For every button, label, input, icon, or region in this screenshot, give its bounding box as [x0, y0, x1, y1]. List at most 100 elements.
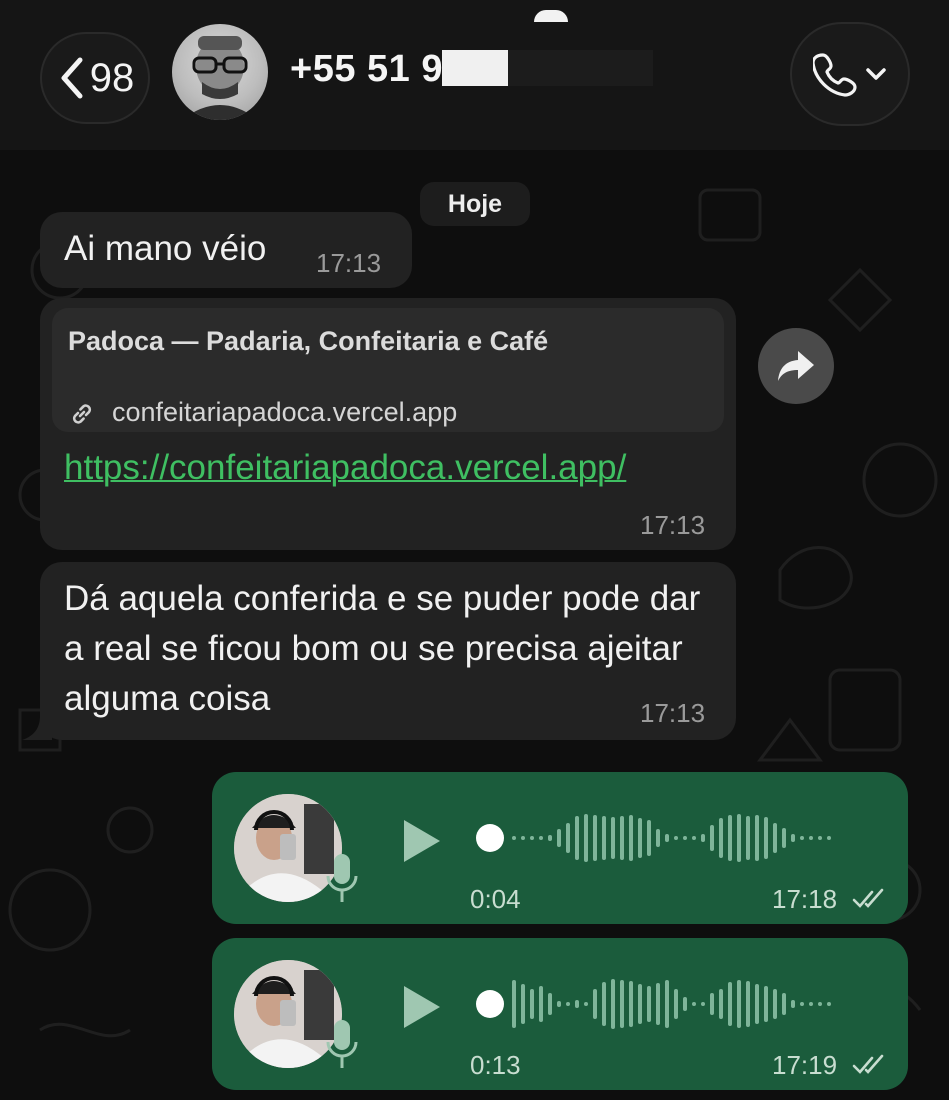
message-text: Dá aquela conferida e se puder pode dar …: [64, 579, 701, 718]
waveform-bar: [557, 1001, 561, 1007]
waveform-bar: [647, 820, 651, 856]
bubble-tail: [22, 716, 52, 740]
waveform-bar: [809, 1002, 813, 1006]
chevron-down-icon: [866, 68, 886, 80]
waveform-bar: [530, 989, 534, 1019]
waveform-bar: [584, 1002, 588, 1006]
waveform-bar: [638, 818, 642, 858]
waveform-bar: [665, 834, 669, 842]
waveform-bar: [755, 984, 759, 1024]
play-icon[interactable]: [402, 818, 442, 864]
waveform-bar: [764, 986, 768, 1022]
date-separator: Hoje: [420, 182, 530, 226]
waveform-bar: [656, 829, 660, 847]
waveform-bar: [557, 829, 561, 847]
waveform-bar: [692, 836, 696, 840]
link-preview-domain: confeitariapadoca.vercel.app: [112, 397, 458, 427]
waveform-bar: [782, 828, 786, 848]
contact-name[interactable]: +55 51 9: [290, 48, 443, 91]
waveform-bar: [782, 993, 786, 1015]
waveform-bar: [611, 817, 615, 859]
waveform-bar: [620, 980, 624, 1028]
chevron-left-icon: [61, 57, 83, 99]
avatar-photo: [182, 36, 258, 120]
message-time: 17:13: [640, 698, 706, 728]
waveform-bar: [755, 815, 759, 861]
play-icon[interactable]: [402, 984, 442, 1030]
waveform-bar: [773, 989, 777, 1019]
waveform-bar: [800, 1002, 804, 1006]
waveform-bar: [674, 836, 678, 840]
waveform-bar: [737, 980, 741, 1028]
unread-count: 98: [89, 55, 135, 100]
phone-icon: [813, 53, 857, 97]
audio-waveform[interactable]: [474, 808, 874, 868]
redaction-block: [508, 50, 653, 86]
waveform-bar: [746, 816, 750, 860]
audio-waveform[interactable]: [474, 974, 874, 1034]
link-preview-title: Padoca — Padaria, Confeitaria e Café: [68, 326, 549, 356]
waveform-bar: [818, 836, 822, 840]
message-text: Ai mano véio: [64, 229, 267, 268]
waveform-bar: [719, 818, 723, 858]
waveform-bar: [620, 816, 624, 860]
waveform-bar: [818, 1002, 822, 1006]
mic-icon: [326, 1020, 358, 1068]
chat-header: 98 +55 51 9: [0, 0, 949, 150]
contact-avatar[interactable]: [172, 24, 268, 120]
status-indicator: [534, 10, 568, 22]
incoming-message[interactable]: Ai mano véio 17:13: [40, 212, 412, 288]
waveform-bar: [602, 982, 606, 1026]
waveform-bar: [791, 834, 795, 842]
waveform-bar: [827, 1002, 831, 1006]
message-time: 17:19: [772, 1050, 838, 1080]
waveform-bar: [566, 1002, 570, 1006]
waveform-bar: [512, 980, 516, 1028]
waveform-bar: [683, 836, 687, 840]
waveform-bar: [710, 993, 714, 1015]
waveform-bar: [728, 815, 732, 861]
waveform-bar: [629, 815, 633, 861]
waveform-bar: [539, 836, 543, 840]
waveform-bar: [737, 814, 741, 862]
waveform-bar: [746, 981, 750, 1027]
double-check-icon: [852, 888, 884, 908]
waveform-bar: [728, 982, 732, 1026]
voice-duration: 0:13: [470, 1050, 521, 1080]
message-link[interactable]: https://confeitariapadoca.vercel.app/: [64, 448, 626, 488]
waveform-bar: [530, 836, 534, 840]
waveform-bar: [593, 989, 597, 1019]
incoming-message[interactable]: Dá aquela conferida e se puder pode dar …: [40, 562, 736, 740]
waveform-bar: [791, 1000, 795, 1008]
outgoing-voice-message[interactable]: 0:13 17:19: [212, 938, 908, 1090]
waveform-bar: [548, 993, 552, 1015]
waveform-bar: [656, 983, 660, 1025]
waveform-bar: [629, 981, 633, 1027]
waveform-bar: [548, 835, 552, 841]
waveform-bar: [602, 816, 606, 860]
waveform-bar: [719, 989, 723, 1019]
waveform-bar: [566, 823, 570, 853]
waveform-bar: [764, 817, 768, 859]
waveform-bar: [584, 814, 588, 862]
waveform-bar: [692, 1002, 696, 1006]
incoming-link-message[interactable]: Padoca — Padaria, Confeitaria e Café con…: [40, 298, 736, 550]
waveform-bar: [827, 836, 831, 840]
forward-button[interactable]: [758, 328, 834, 404]
waveform-bar: [575, 1000, 579, 1008]
waveform-bar: [611, 979, 615, 1029]
link-icon: [72, 404, 92, 424]
waveform-bar: [674, 989, 678, 1019]
double-check-icon: [852, 1054, 884, 1074]
back-button[interactable]: 98: [40, 32, 150, 124]
message-time: 17:18: [772, 884, 838, 914]
waveform-bar: [539, 986, 543, 1022]
waveform-bar: [701, 1002, 705, 1006]
waveform-bar: [647, 986, 651, 1022]
waveform-bar: [521, 836, 525, 840]
message-time: 17:13: [640, 510, 706, 540]
link-preview-card[interactable]: Padoca — Padaria, Confeitaria e Café con…: [52, 308, 724, 432]
outgoing-voice-message[interactable]: 0:04 17:18: [212, 772, 908, 924]
voice-duration: 0:04: [470, 884, 521, 914]
call-button[interactable]: [790, 22, 910, 126]
